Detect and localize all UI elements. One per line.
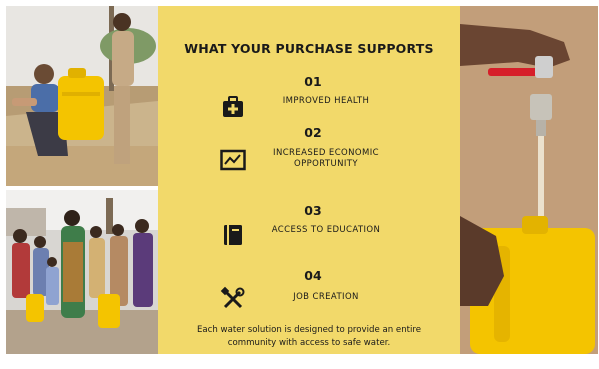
book-icon [220, 222, 246, 248]
purchase-supports-panel: WHAT YOUR PURCHASE SUPPORTS 01 IMPROVED … [158, 6, 460, 354]
photo-tap-filling-jerrycan [460, 6, 598, 354]
item-label: INCREASED ECONOMIC OPPORTUNITY [273, 148, 379, 169]
item-number: 02 [304, 125, 322, 140]
medical-kit-icon [220, 94, 246, 120]
item-number: 04 [304, 268, 322, 283]
photo-men-with-jerrycan [6, 6, 158, 186]
item-number: 01 [304, 74, 322, 89]
page-frame: WHAT YOUR PURCHASE SUPPORTS 01 IMPROVED … [0, 0, 599, 369]
chart-line-icon [220, 147, 246, 173]
item-label: IMPROVED HEALTH [282, 96, 370, 106]
item-number: 03 [304, 203, 322, 218]
tools-icon [220, 286, 246, 312]
item-label: ACCESS TO EDUCATION [271, 225, 381, 235]
photo-community-group [6, 190, 158, 354]
bottom-margin [0, 354, 599, 369]
panel-footer: Each water solution is designed to provi… [196, 325, 422, 348]
panel-heading: WHAT YOUR PURCHASE SUPPORTS [184, 41, 434, 56]
item-label: JOB CREATION [293, 292, 359, 302]
